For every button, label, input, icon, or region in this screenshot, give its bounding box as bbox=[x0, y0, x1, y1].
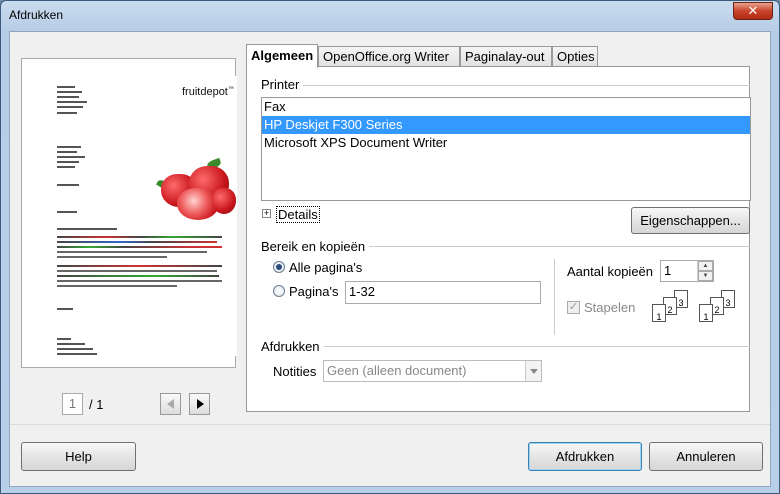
notes-label: Notities bbox=[273, 364, 317, 379]
collate-checkbox[interactable]: ✓ bbox=[567, 301, 580, 314]
preview-logo: fruitdepot™ bbox=[182, 86, 234, 98]
printer-item-hp-deskjet[interactable]: HP Deskjet F300 Series bbox=[262, 116, 750, 134]
window-title: Afdrukken bbox=[9, 8, 64, 22]
printer-item-xps-writer[interactable]: Microsoft XPS Document Writer bbox=[262, 134, 750, 152]
print-section-label: Afdrukken bbox=[261, 339, 324, 354]
collate-label: Stapelen bbox=[584, 300, 636, 315]
properties-button[interactable]: Eigenschappen... bbox=[631, 207, 750, 234]
all-pages-radio[interactable] bbox=[273, 261, 285, 273]
pages-radio[interactable] bbox=[273, 285, 285, 297]
page-number-input[interactable]: 1 bbox=[62, 393, 83, 415]
help-button[interactable]: Help bbox=[21, 442, 136, 471]
tab-paginalay-out[interactable]: Paginalay-out bbox=[460, 46, 552, 67]
notes-dropdown[interactable]: Geen (alleen document) bbox=[323, 360, 542, 382]
previous-page-button[interactable] bbox=[160, 393, 181, 415]
tab-openoffice-writer[interactable]: OpenOffice.org Writer bbox=[318, 46, 460, 67]
printer-item-fax[interactable]: Fax bbox=[262, 98, 750, 116]
page-total-label: / 1 bbox=[89, 397, 104, 412]
dialog-client-area: fruitdepot™ 1 / 1 Algemeen OpenOffice.or… bbox=[9, 31, 771, 487]
print-preview: fruitdepot™ bbox=[21, 58, 237, 368]
cancel-button[interactable]: Annuleren bbox=[649, 442, 763, 471]
all-pages-label: Alle pagina's bbox=[289, 260, 363, 275]
spin-up-icon[interactable]: ▲ bbox=[698, 261, 713, 271]
tab-opties[interactable]: Opties bbox=[552, 46, 598, 67]
spin-down-icon[interactable]: ▼ bbox=[698, 271, 713, 281]
print-dialog-window: Afdrukken ✕ fruitdepot™ 1 / 1 Algemeen O… bbox=[0, 0, 780, 494]
arrow-right-icon bbox=[197, 399, 204, 409]
printer-section-label: Printer bbox=[261, 77, 304, 92]
tab-algemeen[interactable]: Algemeen bbox=[246, 44, 318, 68]
copies-label: Aantal kopieën bbox=[567, 264, 654, 279]
title-bar[interactable]: Afdrukken ✕ bbox=[1, 1, 779, 29]
arrow-left-icon bbox=[167, 399, 174, 409]
expand-plus-icon: + bbox=[262, 208, 271, 218]
copies-value: 1 bbox=[664, 263, 672, 278]
close-button[interactable]: ✕ bbox=[733, 2, 773, 20]
notes-value: Geen (alleen document) bbox=[327, 363, 467, 378]
preview-page: fruitdepot™ bbox=[57, 76, 237, 356]
copies-spinner[interactable]: ▲ ▼ bbox=[697, 261, 713, 283]
chevron-down-icon[interactable] bbox=[525, 361, 541, 381]
printer-list[interactable]: Fax HP Deskjet F300 Series Microsoft XPS… bbox=[261, 97, 751, 201]
copies-input[interactable]: 1 ▲ ▼ bbox=[660, 260, 714, 283]
range-section-label: Bereik en kopieën bbox=[261, 239, 370, 254]
pages-label: Pagina's bbox=[289, 284, 339, 299]
tab-panel-algemeen: Printer Fax HP Deskjet F300 Series Micro… bbox=[246, 66, 751, 412]
details-label: Details bbox=[276, 206, 320, 223]
pages-range-input[interactable]: 1-32 bbox=[345, 281, 541, 304]
print-button[interactable]: Afdrukken bbox=[528, 442, 642, 471]
next-page-button[interactable] bbox=[189, 393, 210, 415]
